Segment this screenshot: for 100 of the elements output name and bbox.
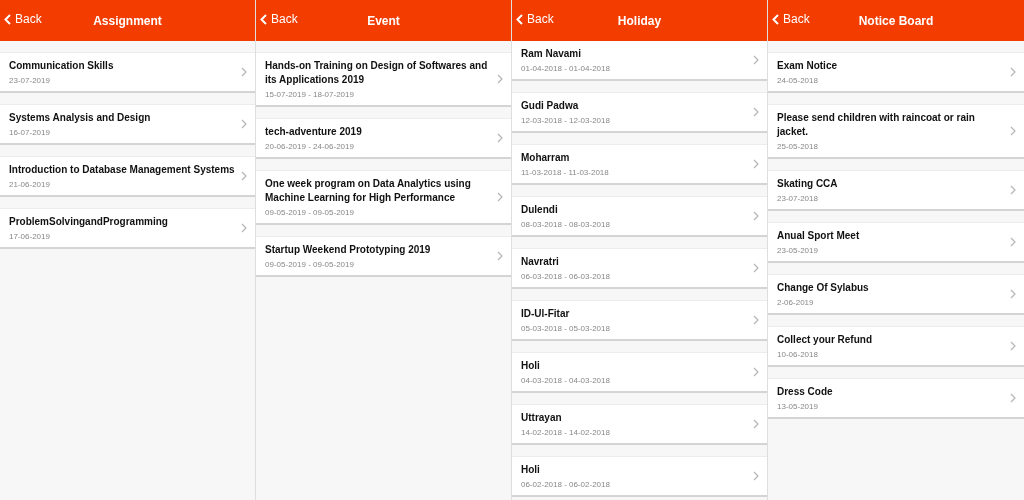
item-date: 21-06-2019	[9, 180, 51, 189]
item-title: ProblemSolvingandProgramming	[9, 215, 169, 229]
list-item[interactable]: One week program on Data Analytics using Machine Learning for High Performance 09-05-2019 - 09-05-2019	[256, 170, 511, 225]
item-date: 23-07-2018	[777, 194, 819, 203]
list-item[interactable]: ID-Ul-Fitar 05-03-2018 - 05-03-2018	[512, 300, 767, 341]
item-date: 10-06-2018	[777, 350, 819, 359]
chevron-right-icon	[753, 471, 759, 481]
chevron-right-icon	[497, 133, 503, 143]
chevron-right-icon	[241, 223, 247, 233]
item-date: 04-03-2018 - 04-03-2018	[521, 376, 611, 385]
chevron-left-icon	[516, 13, 523, 25]
item-title: Moharram	[521, 151, 571, 165]
list-item[interactable]: Collect your Refund 10-06-2018	[768, 326, 1024, 367]
item-title: Startup Weekend Prototyping 2019	[265, 243, 432, 257]
item-title: ID-Ul-Fitar	[521, 307, 571, 321]
list-item[interactable]: Please send children with raincoat or rain jacket. 25-05-2018	[768, 104, 1024, 159]
chevron-right-icon	[1010, 126, 1016, 136]
list-item[interactable]: tech-adventure 2019 20-06-2019 - 24-06-2019	[256, 118, 511, 159]
list-item[interactable]: Holi 04-03-2018 - 04-03-2018	[512, 352, 767, 393]
chevron-right-icon	[241, 171, 247, 181]
item-title: Holi	[521, 359, 541, 373]
item-date: 17-06-2019	[9, 232, 51, 241]
list-item[interactable]: Moharram 11-03-2018 - 11-03-2018	[512, 144, 767, 185]
item-date: 11-03-2018 - 11-03-2018	[521, 168, 610, 177]
list-item[interactable]: Introduction to Database Management Systems 21-06-2019	[0, 156, 255, 197]
item-date: 12-03-2018 - 12-03-2018	[521, 116, 611, 125]
item-title: Please send children with raincoat or rain jacket.	[777, 111, 976, 139]
item-date: 06-02-2018 - 06-02-2018	[521, 480, 611, 489]
list-item[interactable]: Startup Weekend Prototyping 2019 09-05-2019 - 09-05-2019	[256, 236, 511, 277]
item-date: 09-05-2019 - 09-05-2019	[265, 260, 355, 269]
chevron-left-icon	[772, 13, 779, 25]
chevron-right-icon	[497, 192, 503, 202]
screen-title: Event	[367, 13, 400, 28]
item-date: 08-03-2018 - 08-03-2018	[521, 220, 611, 229]
chevron-right-icon	[1010, 289, 1016, 299]
item-title: Communication Skills	[9, 59, 115, 73]
chevron-right-icon	[497, 74, 503, 84]
item-title: Collect your Refund	[777, 333, 873, 347]
list-item[interactable]: Systems Analysis and Design 16-07-2019	[0, 104, 255, 145]
list-item[interactable]: Dress Code 13-05-2019	[768, 378, 1024, 419]
chevron-right-icon	[1010, 393, 1016, 403]
list-item[interactable]: Change Of Sylabus 2-06-2019	[768, 274, 1024, 315]
item-date: 05-03-2018 - 05-03-2018	[521, 324, 611, 333]
item-title: tech-adventure 2019	[265, 125, 363, 139]
item-date: 23-07-2019	[9, 76, 51, 85]
list-item[interactable]: Holi 06-02-2018 - 06-02-2018	[512, 456, 767, 497]
list-item[interactable]: Gudi Padwa 12-03-2018 - 12-03-2018	[512, 92, 767, 133]
list-item[interactable]: Anual Sport Meet 23-05-2019	[768, 222, 1024, 263]
list-item[interactable]: Hands-on Training on Design of Softwares and its Applications 2019 15-07-2019 - 18-07-2019	[256, 52, 511, 107]
item-title: Systems Analysis and Design	[9, 111, 152, 125]
item-date: 25-05-2018	[777, 142, 819, 151]
item-title: Introduction to Database Management Systems	[9, 163, 235, 177]
list-item[interactable]: Communication Skills 23-07-2019	[0, 52, 255, 93]
item-title: Exam Notice	[777, 59, 839, 73]
item-date: 09-05-2019 - 09-05-2019	[265, 208, 355, 217]
item-title: Holi	[521, 463, 541, 477]
item-title: Skating CCA	[777, 177, 839, 191]
item-date: 2-06-2019	[777, 298, 815, 307]
list-item[interactable]: Dulendi 08-03-2018 - 08-03-2018	[512, 196, 767, 237]
item-title: Dulendi	[521, 203, 559, 217]
chevron-right-icon	[241, 67, 247, 77]
item-date: 24-05-2018	[777, 76, 819, 85]
chevron-right-icon	[497, 251, 503, 261]
list-item[interactable]: Uttrayan 14-02-2018 - 14-02-2018	[512, 404, 767, 445]
item-title: Gudi Padwa	[521, 99, 580, 113]
chevron-right-icon	[1010, 185, 1016, 195]
list-item[interactable]: ProblemSolvingandProgramming 17-06-2019	[0, 208, 255, 249]
item-date: 20-06-2019 - 24-06-2019	[265, 142, 355, 151]
chevron-right-icon	[1010, 237, 1016, 247]
item-date: 01-04-2018 - 01-04-2018	[521, 64, 611, 73]
screen-title: Notice Board	[858, 13, 934, 28]
chevron-right-icon	[753, 159, 759, 169]
item-date: 16-07-2019	[9, 128, 51, 137]
item-date: 15-07-2019 - 18-07-2019	[265, 90, 355, 99]
chevron-right-icon	[753, 263, 759, 273]
chevron-right-icon	[753, 315, 759, 325]
chevron-right-icon	[753, 367, 759, 377]
list-item[interactable]: Exam Notice 24-05-2018	[768, 52, 1024, 93]
item-title: Ram Navami	[521, 47, 583, 61]
list-item[interactable]: Skating CCA 23-07-2018	[768, 170, 1024, 211]
chevron-right-icon	[753, 419, 759, 429]
item-title: Change Of Sylabus	[777, 281, 870, 295]
item-title: Navratri	[521, 255, 560, 269]
list-item[interactable]: Navratri 06-03-2018 - 06-03-2018	[512, 248, 767, 289]
item-date: 23-05-2019	[777, 246, 819, 255]
item-date: 14-02-2018 - 14-02-2018	[521, 428, 611, 437]
item-date: 06-03-2018 - 06-03-2018	[521, 272, 611, 281]
back-button[interactable]: Back	[516, 12, 554, 26]
screen-title: Assignment	[93, 13, 162, 28]
item-title: Dress Code	[777, 385, 834, 399]
chevron-left-icon	[4, 13, 11, 25]
back-button[interactable]: Back	[4, 12, 42, 26]
back-button[interactable]: Back	[772, 12, 810, 26]
chevron-right-icon	[753, 211, 759, 221]
back-button[interactable]: Back	[260, 12, 298, 26]
item-title: One week program on Data Analytics using Machine Learning for High Performance	[265, 177, 472, 205]
chevron-right-icon	[753, 55, 759, 65]
chevron-right-icon	[753, 107, 759, 117]
chevron-left-icon	[260, 13, 267, 25]
chevron-right-icon	[241, 119, 247, 129]
